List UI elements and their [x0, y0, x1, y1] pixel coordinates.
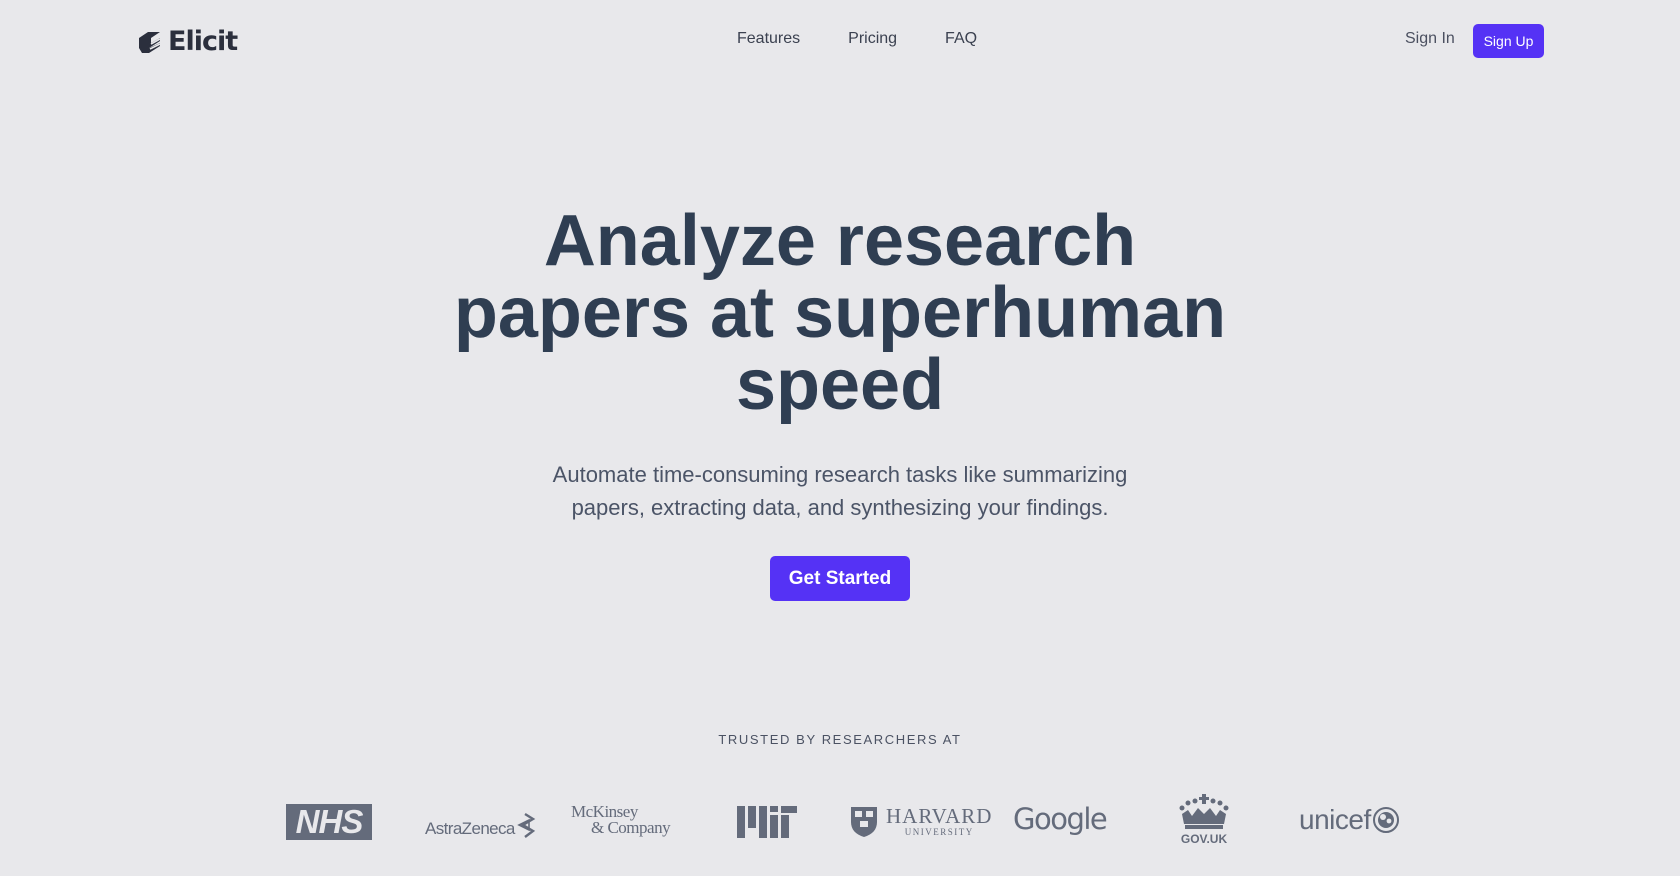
mckinsey-logo-line2: & Company: [591, 818, 671, 837]
astrazeneca-logo-text: AstraZeneca: [425, 819, 515, 838]
mit-logo-mark: [737, 806, 797, 838]
logo-text: Elicit: [168, 26, 238, 57]
nhs-logo-text: NHS: [295, 803, 364, 840]
nhs-logo: NHS: [286, 803, 372, 840]
unicef-emblem-icon: [1372, 807, 1399, 833]
cta-container: Get Started: [0, 556, 1680, 601]
trusted-by-label: TRUSTED BY RESEARCHERS AT: [718, 732, 962, 747]
top-navigation: Elicit Features Pricing FAQ Sign In Sign…: [0, 0, 1680, 82]
mit-logo: [737, 806, 797, 838]
elicit-logo[interactable]: Elicit: [136, 26, 238, 57]
sign-in-link[interactable]: Sign In: [1405, 30, 1455, 48]
govuk-logo: GOV.UK: [1178, 794, 1230, 846]
trusted-logos-row: NHS AstraZeneca McKinsey & Company HARVA…: [0, 792, 1680, 852]
harvard-logo: HARVARD UNIVERSITY: [850, 806, 992, 838]
nav-links: Features Pricing FAQ: [737, 30, 977, 48]
google-logo-text: Google: [1013, 802, 1108, 836]
nav-link-pricing[interactable]: Pricing: [848, 30, 897, 48]
govuk-logo-text: GOV.UK: [1180, 832, 1228, 846]
harvard-logo-line2: UNIVERSITY: [904, 827, 974, 837]
sign-up-button[interactable]: Sign Up: [1473, 24, 1544, 58]
unicef-logo-text: unicef: [1299, 804, 1371, 835]
elicit-logo-icon: [139, 31, 161, 53]
harvard-logo-line1: HARVARD: [886, 804, 993, 828]
hero-subtitle: Automate time-consuming research tasks l…: [552, 462, 1128, 520]
google-logo: Google: [1013, 802, 1108, 836]
mckinsey-logo: McKinsey & Company: [571, 803, 671, 837]
hero-title: Analyze research papers at superhuman sp…: [453, 201, 1227, 425]
harvard-shield-icon: [851, 807, 877, 837]
nav-link-faq[interactable]: FAQ: [945, 30, 977, 48]
get-started-button[interactable]: Get Started: [770, 556, 910, 601]
nav-link-features[interactable]: Features: [737, 30, 800, 48]
astrazeneca-symbol-icon: [516, 812, 536, 838]
unicef-logo: unicef: [1299, 804, 1400, 836]
astrazeneca-logo: AstraZeneca: [425, 810, 537, 840]
crown-icon: [1179, 794, 1229, 829]
hero-section: Analyze research papers at superhuman sp…: [0, 205, 1680, 601]
